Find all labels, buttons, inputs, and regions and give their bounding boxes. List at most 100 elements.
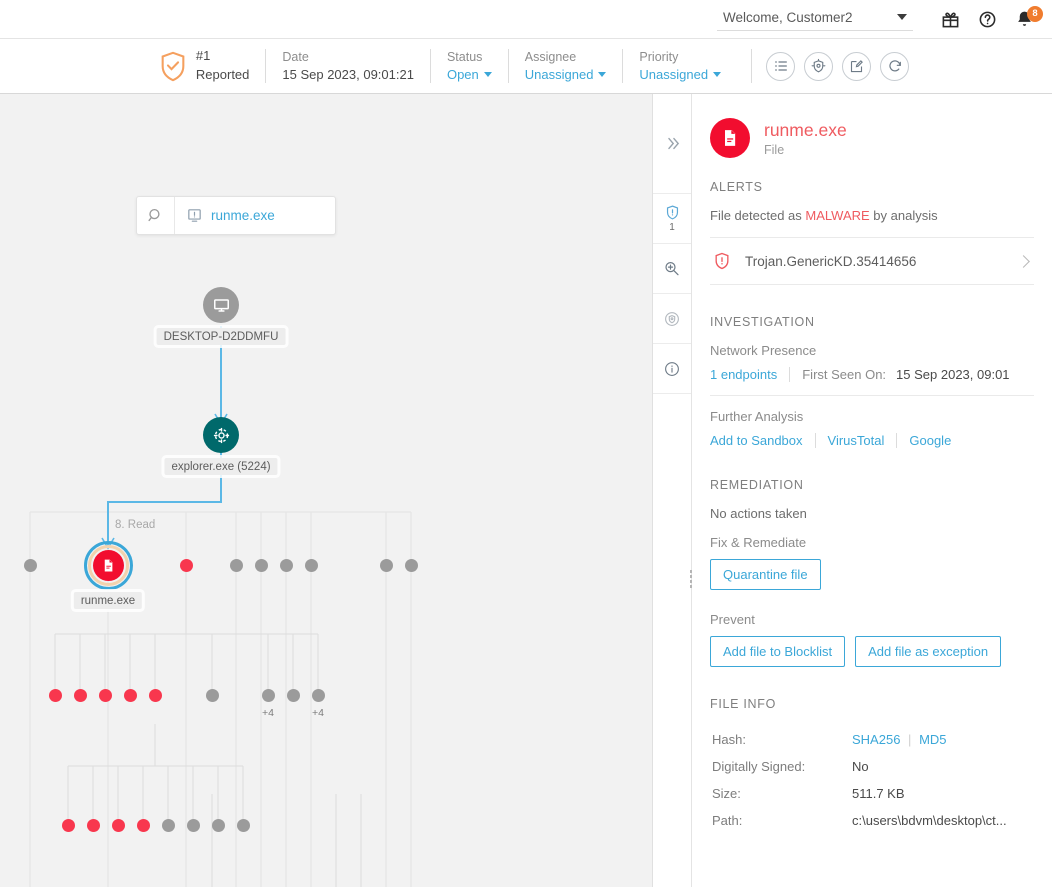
chevron-down-icon[interactable] [598,71,607,77]
priority-value[interactable]: Unassigned [639,67,708,82]
file-path-value[interactable]: c:\users\bdvm\desktop\ct... [852,808,1032,833]
file-info-table: Hash: SHA256 | MD5 Digitally Signed: No … [710,725,1034,835]
graph-dot[interactable] [74,689,87,702]
file-icon[interactable] [92,549,124,581]
graph-edge-label: 8. Read [115,519,156,531]
details-list-button[interactable] [766,51,796,81]
expand-panel-button[interactable] [653,94,691,194]
rail-item-investigate[interactable] [653,244,691,294]
incident-assignee-group[interactable]: Assignee Unassigned [509,47,623,85]
file-info-key: Digitally Signed: [712,759,806,774]
date-label: Date [282,49,309,64]
incident-priority-group[interactable]: Priority Unassigned [623,47,737,85]
graph-dot[interactable] [262,689,275,702]
endpoints-link[interactable]: 1 endpoints [710,367,777,382]
graph-dot[interactable] [212,819,225,832]
graph-search-box[interactable]: runme.exe [136,196,336,235]
incident-date-group: Date 15 Sep 2023, 09:01:21 [266,47,430,85]
assignee-value[interactable]: Unassigned [525,67,594,82]
graph-dot[interactable] [280,559,293,572]
table-row: Path: c:\users\bdvm\desktop\ct... [712,808,1032,833]
alert-file-icon [186,207,203,224]
collapsed-count-label[interactable]: +4 [262,707,274,719]
investigate-magnifier-icon [663,260,681,278]
account-dropdown[interactable]: Welcome, Customer2 [717,8,913,31]
sha256-link[interactable]: SHA256 [852,732,900,747]
graph-dot[interactable] [380,559,393,572]
graph-node-process[interactable]: explorer.exe (5224) [164,417,278,475]
graph-dot[interactable] [180,559,193,572]
rail-item-remediation[interactable] [653,294,691,344]
graph-dot[interactable] [124,689,137,702]
incident-header: #1 Reported Date 15 Sep 2023, 09:01:21 S… [0,38,1052,94]
graph-dot[interactable] [49,689,62,702]
chevron-down-icon[interactable] [713,71,722,77]
graph-dot[interactable] [305,559,318,572]
details-file-header: runme.exe File [710,118,1034,158]
edit-note-button[interactable] [842,51,872,81]
file-info-key: Path: [712,813,743,828]
add-file-as-exception-button[interactable]: Add file as exception [855,636,1002,667]
chevron-right-icon[interactable] [1017,254,1030,268]
graph-dot[interactable] [162,819,175,832]
endpoint-label: DESKTOP-D2DDMFU [156,328,286,345]
detection-suffix: by analysis [869,208,938,223]
notifications-icon[interactable]: 8 [1015,5,1043,29]
incident-status-group[interactable]: Status Open [431,47,508,85]
remediation-target-icon [663,310,681,328]
graph-dot[interactable] [255,559,268,572]
help-icon[interactable] [978,10,997,29]
graph-node-endpoint[interactable]: DESKTOP-D2DDMFU [156,287,286,345]
file-info-value: 511.7 KB [852,786,905,801]
incident-number: #1 [195,48,211,64]
graph-dot[interactable] [237,819,250,832]
no-actions-text: No actions taken [710,506,807,521]
refresh-button[interactable] [880,51,910,81]
network-presence-row: 1 endpoints First Seen On: 15 Sep 2023, … [710,367,1034,382]
graph-dot[interactable] [62,819,75,832]
chevron-down-icon[interactable] [483,71,492,77]
process-icon[interactable] [203,417,239,453]
alert-row[interactable]: Trojan.GenericKD.35414656 [710,237,1034,285]
status-value[interactable]: Open [447,67,479,82]
priority-label: Priority [639,49,679,64]
details-panel: runme.exe File ALERTS File detected as M… [692,94,1052,887]
graph-dot[interactable] [287,689,300,702]
status-label: Status [446,49,483,64]
fix-remediate-label: Fix & Remediate [710,535,807,550]
graph-dot[interactable] [24,559,37,572]
incident-graph-canvas[interactable]: runme.exe 8. Read DESKTOP-D2DDMFU explor… [0,94,653,887]
graph-dot[interactable] [206,689,219,702]
endpoint-icon[interactable] [203,287,239,323]
alert-name: Trojan.GenericKD.35414656 [745,253,917,269]
file-info-key: Hash: [712,732,746,747]
add-to-sandbox-link[interactable]: Add to Sandbox [710,433,803,448]
graph-dot[interactable] [187,819,200,832]
investigate-shield-button[interactable] [804,51,834,81]
add-file-to-blocklist-button[interactable]: Add file to Blocklist [710,636,846,667]
file-info-key: Size: [712,786,741,801]
graph-dot[interactable] [405,559,418,572]
collapsed-count-label[interactable]: +4 [312,707,324,719]
graph-dot[interactable] [87,819,100,832]
rail-item-alerts[interactable]: 1 [653,194,691,244]
md5-link[interactable]: MD5 [919,732,946,747]
rail-item-info[interactable] [653,344,691,394]
google-link[interactable]: Google [909,433,951,448]
graph-dot[interactable] [112,819,125,832]
assignee-label: Assignee [524,49,577,64]
gift-icon[interactable] [941,10,960,29]
info-icon [663,360,681,378]
quarantine-file-button[interactable]: Quarantine file [710,559,821,590]
graph-dot[interactable] [137,819,150,832]
table-row: Hash: SHA256 | MD5 [712,727,1032,752]
search-icon[interactable] [137,197,175,234]
detection-prefix: File detected as [710,208,806,223]
graph-dot[interactable] [230,559,243,572]
virustotal-link[interactable]: VirusTotal [828,433,885,448]
search-chip[interactable]: runme.exe [175,207,275,224]
graph-dot[interactable] [149,689,162,702]
graph-dot[interactable] [312,689,325,702]
main-body: runme.exe 8. Read DESKTOP-D2DDMFU explor… [0,94,1052,887]
graph-dot[interactable] [99,689,112,702]
